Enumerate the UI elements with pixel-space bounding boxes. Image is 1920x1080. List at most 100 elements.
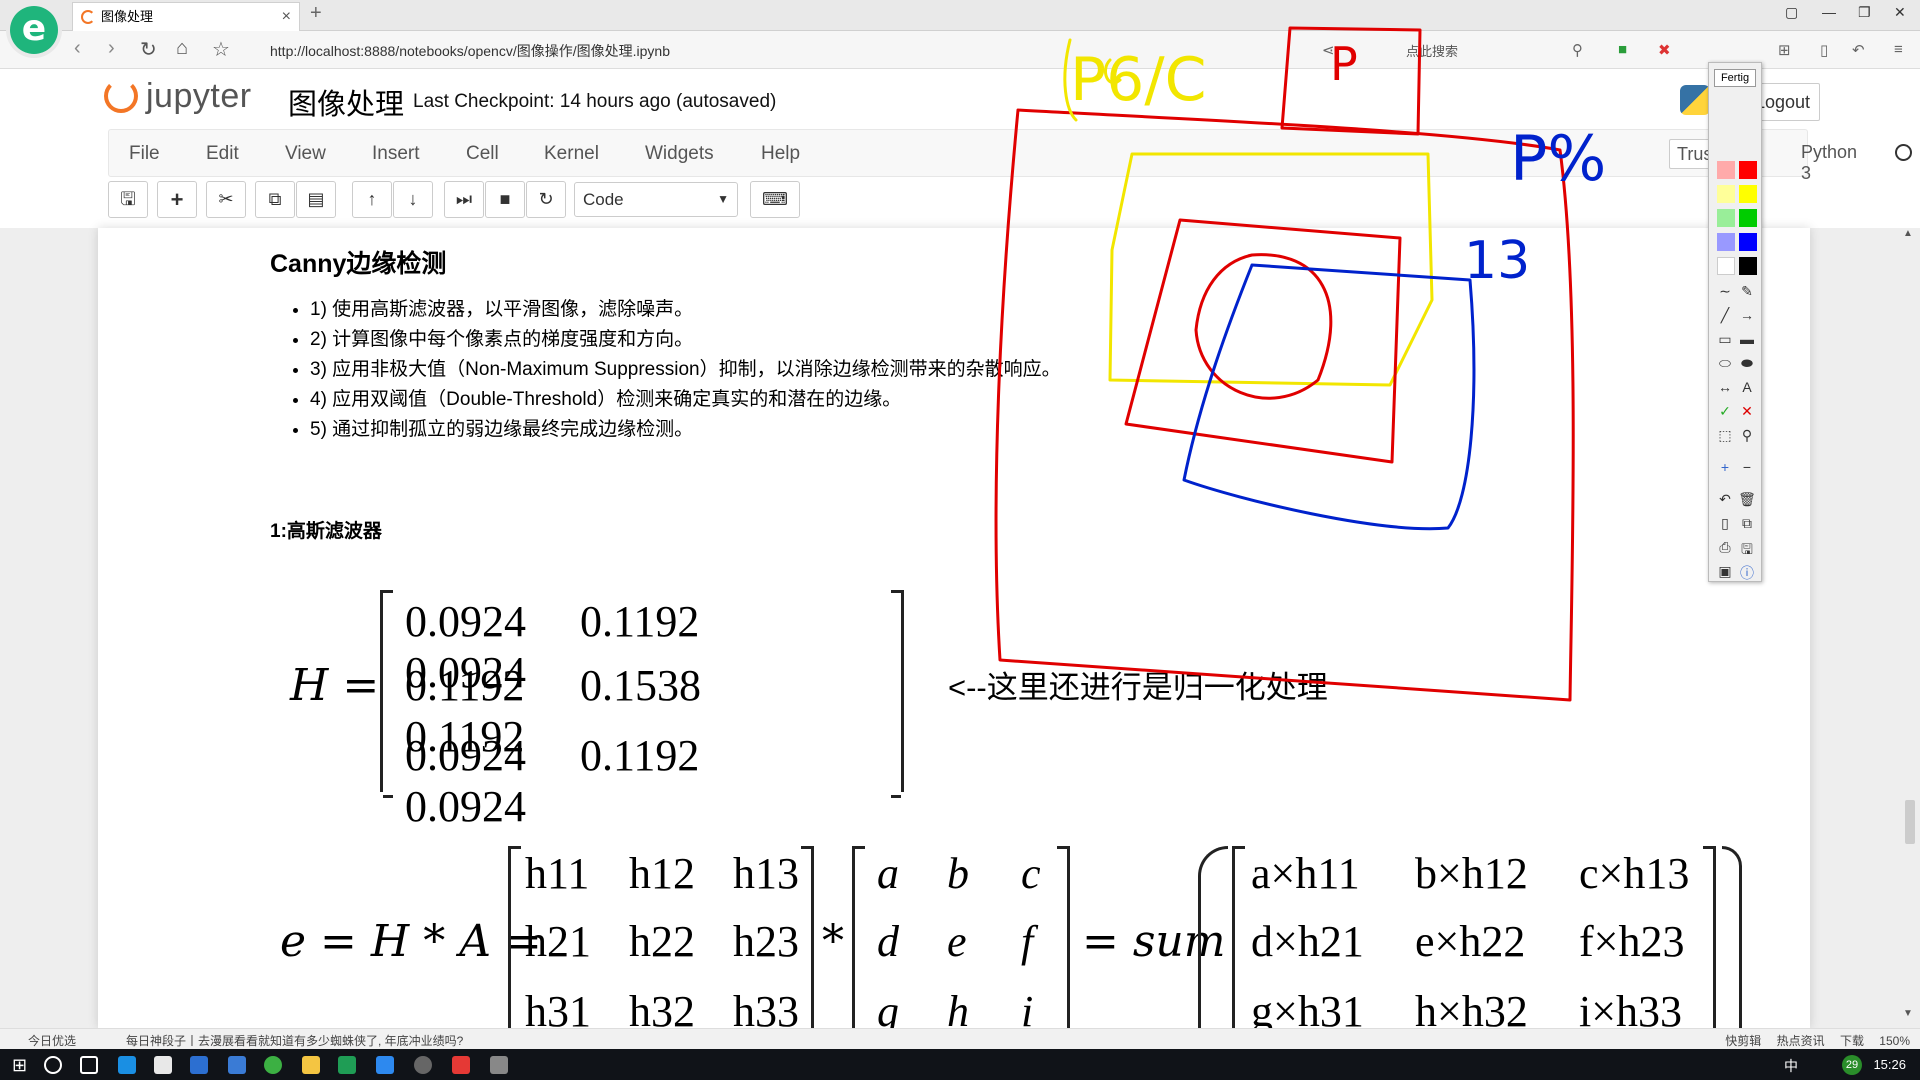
app-icon[interactable]: [490, 1056, 508, 1074]
status-hot-link[interactable]: 今日优选: [28, 1032, 76, 1049]
share-icon[interactable]: ⋖: [1322, 41, 1335, 59]
color-swatch[interactable]: [1717, 209, 1735, 227]
text-tool-icon[interactable]: A: [1737, 379, 1757, 395]
url-input[interactable]: http://localhost:8888/notebooks/opencv/图…: [270, 41, 670, 61]
undo-icon[interactable]: ↶: [1715, 491, 1735, 508]
color-swatch[interactable]: [1739, 233, 1757, 251]
color-swatch[interactable]: [1739, 209, 1757, 227]
folder-icon[interactable]: [302, 1056, 320, 1074]
copy-icon[interactable]: ⧉: [1737, 515, 1757, 532]
app-icon[interactable]: [228, 1056, 246, 1074]
browser-tab[interactable]: 图像处理 ×: [72, 2, 300, 31]
arrow-down-icon[interactable]: ↓: [393, 181, 433, 218]
window-close-button[interactable]: ✕: [1894, 4, 1906, 21]
browser-logo-icon[interactable]: e: [10, 6, 58, 54]
restart-icon[interactable]: ↻: [526, 181, 566, 218]
undo-icon[interactable]: ↶: [1852, 41, 1865, 59]
menu-help[interactable]: Help: [761, 143, 800, 165]
notebook-title[interactable]: 图像处理: [288, 81, 404, 123]
search-input[interactable]: 点此搜索: [1406, 41, 1458, 60]
scrollbar-thumb[interactable]: [1905, 800, 1915, 844]
windows-start-icon[interactable]: ⊞: [12, 1055, 32, 1075]
store-icon[interactable]: [154, 1056, 172, 1074]
sidebar-icon[interactable]: ▯: [1820, 41, 1828, 59]
color-swatch[interactable]: [1739, 161, 1757, 179]
save-icon[interactable]: 🖫: [1737, 539, 1757, 563]
crop-icon[interactable]: ⬚: [1715, 427, 1735, 444]
forward-icon[interactable]: ›: [108, 37, 115, 60]
bookmark-star-icon[interactable]: ☆: [212, 37, 230, 62]
menu-insert[interactable]: Insert: [372, 143, 420, 165]
search-icon[interactable]: ⚲: [1572, 41, 1583, 59]
double-arrow-icon[interactable]: ↔: [1715, 379, 1735, 395]
menu-widgets[interactable]: Widgets: [645, 143, 714, 165]
taskbar-clock[interactable]: 15:26: [1873, 1057, 1906, 1072]
line-icon[interactable]: ╱: [1715, 307, 1735, 324]
window-pin-icon[interactable]: ▢: [1785, 4, 1798, 21]
freehand-pen-icon[interactable]: ∼: [1715, 283, 1735, 300]
app-icon[interactable]: [338, 1056, 356, 1074]
back-icon[interactable]: ‹: [74, 37, 81, 60]
color-swatch[interactable]: [1739, 257, 1757, 275]
menu-kernel[interactable]: Kernel: [544, 143, 599, 165]
input-method-indicator[interactable]: 中: [1784, 1056, 1798, 1076]
reload-icon[interactable]: ↻: [140, 37, 157, 62]
marker-icon[interactable]: ✎: [1737, 283, 1757, 300]
cell-type-select[interactable]: Code ▼: [574, 182, 738, 217]
app-icon[interactable]: [376, 1056, 394, 1074]
window-minimize-button[interactable]: —: [1822, 4, 1836, 20]
browser-taskbar-icon[interactable]: [118, 1056, 136, 1074]
zoom-icon[interactable]: ⚲: [1737, 427, 1757, 444]
jupyter-logo-text[interactable]: jupyter: [146, 77, 252, 116]
menu-cell[interactable]: Cell: [466, 143, 499, 165]
menu-file[interactable]: File: [129, 143, 160, 165]
menu-view[interactable]: View: [285, 143, 326, 165]
new-page-icon[interactable]: ▯: [1715, 515, 1735, 532]
zoom-out-icon[interactable]: −: [1737, 459, 1757, 475]
print-icon[interactable]: ⎙: [1715, 539, 1735, 556]
arrow-up-icon[interactable]: ↑: [352, 181, 392, 218]
cut-icon[interactable]: ✂: [206, 181, 246, 218]
mail-icon[interactable]: [190, 1056, 208, 1074]
search-icon[interactable]: [44, 1056, 62, 1074]
screenshot-icon[interactable]: ▣: [1715, 563, 1735, 580]
info-icon[interactable]: ⓘ: [1737, 563, 1757, 583]
keyboard-icon[interactable]: ⌨: [750, 181, 800, 218]
window-restore-button[interactable]: ❐: [1858, 4, 1871, 21]
new-tab-button[interactable]: +: [310, 2, 322, 25]
zoom-in-icon[interactable]: +: [1715, 459, 1735, 475]
home-icon[interactable]: ⌂: [176, 37, 188, 60]
extension-icon[interactable]: ■: [1618, 41, 1627, 58]
copy-icon[interactable]: ⧉: [255, 181, 295, 218]
paste-icon[interactable]: ▤: [296, 181, 336, 218]
scroll-down-icon[interactable]: ▼: [1903, 1008, 1913, 1019]
status-news-ticker[interactable]: 每日神段子丨去漫展看看就知道有多少蜘蛛侠了, 年底冲业绩吗?: [126, 1032, 463, 1049]
color-swatch[interactable]: [1717, 161, 1735, 179]
ellipse-icon[interactable]: ⬭: [1715, 355, 1735, 372]
app-icon[interactable]: [452, 1056, 470, 1074]
filled-ellipse-icon[interactable]: ⬬: [1737, 355, 1757, 372]
task-view-icon[interactable]: [80, 1056, 98, 1074]
tray-badge[interactable]: 29: [1842, 1055, 1862, 1075]
app-icon[interactable]: [264, 1056, 282, 1074]
menu-icon[interactable]: ≡: [1894, 41, 1903, 58]
step-forward-icon[interactable]: ⏭: [444, 181, 484, 218]
tab-close-icon[interactable]: ×: [282, 3, 291, 30]
color-swatch[interactable]: [1717, 257, 1735, 275]
trash-icon[interactable]: 🗑: [1737, 491, 1757, 508]
save-icon[interactable]: 🖫: [108, 181, 148, 218]
apps-icon[interactable]: ⊞: [1778, 41, 1791, 59]
stop-icon[interactable]: ■: [485, 181, 525, 218]
plus-icon[interactable]: +: [157, 181, 197, 218]
filled-rectangle-icon[interactable]: ▬: [1737, 331, 1757, 347]
color-swatch[interactable]: [1717, 185, 1735, 203]
kernel-name[interactable]: Python 3: [1801, 142, 1857, 184]
cross-icon[interactable]: ✕: [1737, 403, 1757, 420]
rectangle-icon[interactable]: ▭: [1715, 331, 1735, 348]
menu-edit[interactable]: Edit: [206, 143, 239, 165]
status-right-tools[interactable]: 快剪辑 热点资讯 下载 150%: [1725, 1032, 1910, 1049]
color-swatch[interactable]: [1739, 185, 1757, 203]
palette-done-button[interactable]: Fertig: [1714, 69, 1756, 87]
scroll-up-icon[interactable]: ▲: [1903, 228, 1913, 239]
app-icon[interactable]: [414, 1056, 432, 1074]
